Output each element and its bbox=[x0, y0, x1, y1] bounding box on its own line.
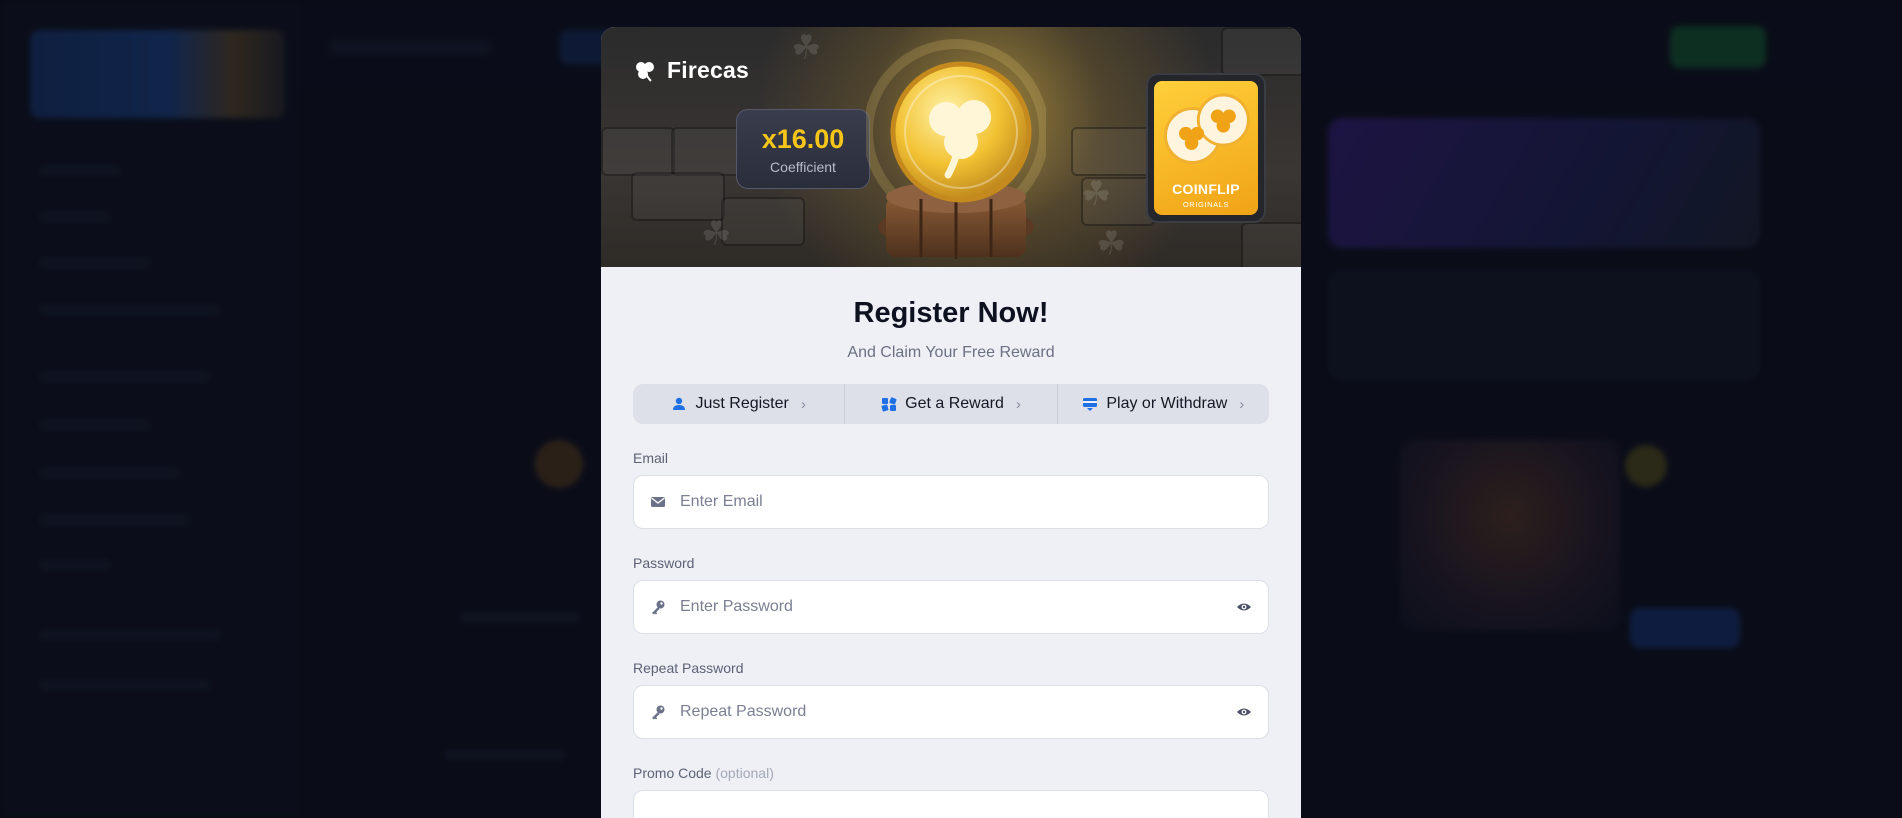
email-input[interactable] bbox=[678, 492, 1252, 512]
wallet-icon bbox=[1083, 398, 1098, 411]
reward-steps: Just Register › Get a Reward › Play or W… bbox=[633, 384, 1269, 424]
register-form: Register Now! And Claim Your Free Reward… bbox=[601, 267, 1301, 818]
brick-decoration bbox=[1241, 222, 1301, 267]
repeat-password-field[interactable] bbox=[633, 685, 1269, 739]
step-label: Play or Withdraw bbox=[1106, 395, 1228, 412]
coinflip-thumbnail: COINFLIP ORIGINALS bbox=[1154, 81, 1258, 215]
coefficient-badge: x16.00 Coefficient bbox=[736, 109, 870, 189]
password-input[interactable] bbox=[678, 597, 1236, 617]
coefficient-label: Coefficient bbox=[770, 158, 836, 175]
register-subtitle: And Claim Your Free Reward bbox=[847, 344, 1055, 361]
clover-decoration-icon: ☘ bbox=[1081, 175, 1112, 213]
eye-icon[interactable] bbox=[1236, 599, 1252, 615]
game-card-subtitle: ORIGINALS bbox=[1182, 200, 1230, 209]
step-get-reward[interactable]: Get a Reward › bbox=[844, 384, 1056, 424]
brick-decoration bbox=[1071, 127, 1155, 176]
brand-logo: Firecas bbox=[633, 57, 749, 84]
key-icon bbox=[652, 600, 665, 615]
brick-decoration bbox=[721, 197, 805, 246]
coinflip-game-card[interactable]: COINFLIP ORIGINALS bbox=[1146, 73, 1266, 223]
eye-icon[interactable] bbox=[1236, 704, 1252, 720]
register-title: Register Now! bbox=[853, 297, 1049, 329]
brand-name: Firecas bbox=[667, 57, 749, 83]
step-play-or-withdraw[interactable]: Play or Withdraw › bbox=[1056, 384, 1269, 424]
clover-icon bbox=[636, 61, 654, 82]
repeat-password-input[interactable] bbox=[678, 702, 1236, 722]
promo-code-label: Promo Code (optional) bbox=[633, 765, 1269, 781]
email-label: Email bbox=[633, 450, 669, 466]
chevron-right-icon: › bbox=[1015, 395, 1021, 413]
register-modal: ☘ ☘ ☘ ☘ Firecas x16.00 Coefficient COINF… bbox=[601, 27, 1301, 818]
envelope-icon bbox=[651, 497, 665, 507]
chevron-right-icon: › bbox=[800, 395, 806, 413]
game-card-title: COINFLIP bbox=[1172, 181, 1240, 197]
gold-coin-illustration bbox=[866, 39, 1046, 259]
user-icon bbox=[673, 397, 686, 410]
password-label: Password bbox=[633, 555, 695, 571]
clover-decoration-icon: ☘ bbox=[701, 215, 732, 253]
password-field[interactable] bbox=[633, 580, 1269, 634]
brick-decoration bbox=[601, 127, 675, 176]
coefficient-value: x16.00 bbox=[761, 123, 845, 154]
brick-decoration bbox=[1221, 27, 1301, 76]
promo-code-label-text: Promo Code bbox=[633, 765, 712, 781]
promo-code-field[interactable] bbox=[633, 790, 1269, 818]
chevron-right-icon: › bbox=[1239, 395, 1245, 413]
promo-code-optional-hint: (optional) bbox=[715, 765, 774, 781]
step-just-register[interactable]: Just Register › bbox=[633, 384, 844, 424]
hero-banner: ☘ ☘ ☘ ☘ Firecas x16.00 Coefficient COINF… bbox=[601, 27, 1301, 267]
repeat-password-label: Repeat Password bbox=[633, 660, 744, 676]
key-icon bbox=[652, 705, 665, 720]
clover-decoration-icon: ☘ bbox=[1096, 225, 1127, 263]
promo-code-input[interactable] bbox=[650, 807, 1252, 818]
brick-decoration bbox=[631, 172, 725, 221]
step-label: Just Register bbox=[695, 395, 789, 412]
clover-decoration-icon: ☘ bbox=[791, 29, 822, 67]
step-label: Get a Reward bbox=[905, 395, 1004, 412]
gift-icon bbox=[881, 397, 897, 412]
email-field[interactable] bbox=[633, 475, 1269, 529]
